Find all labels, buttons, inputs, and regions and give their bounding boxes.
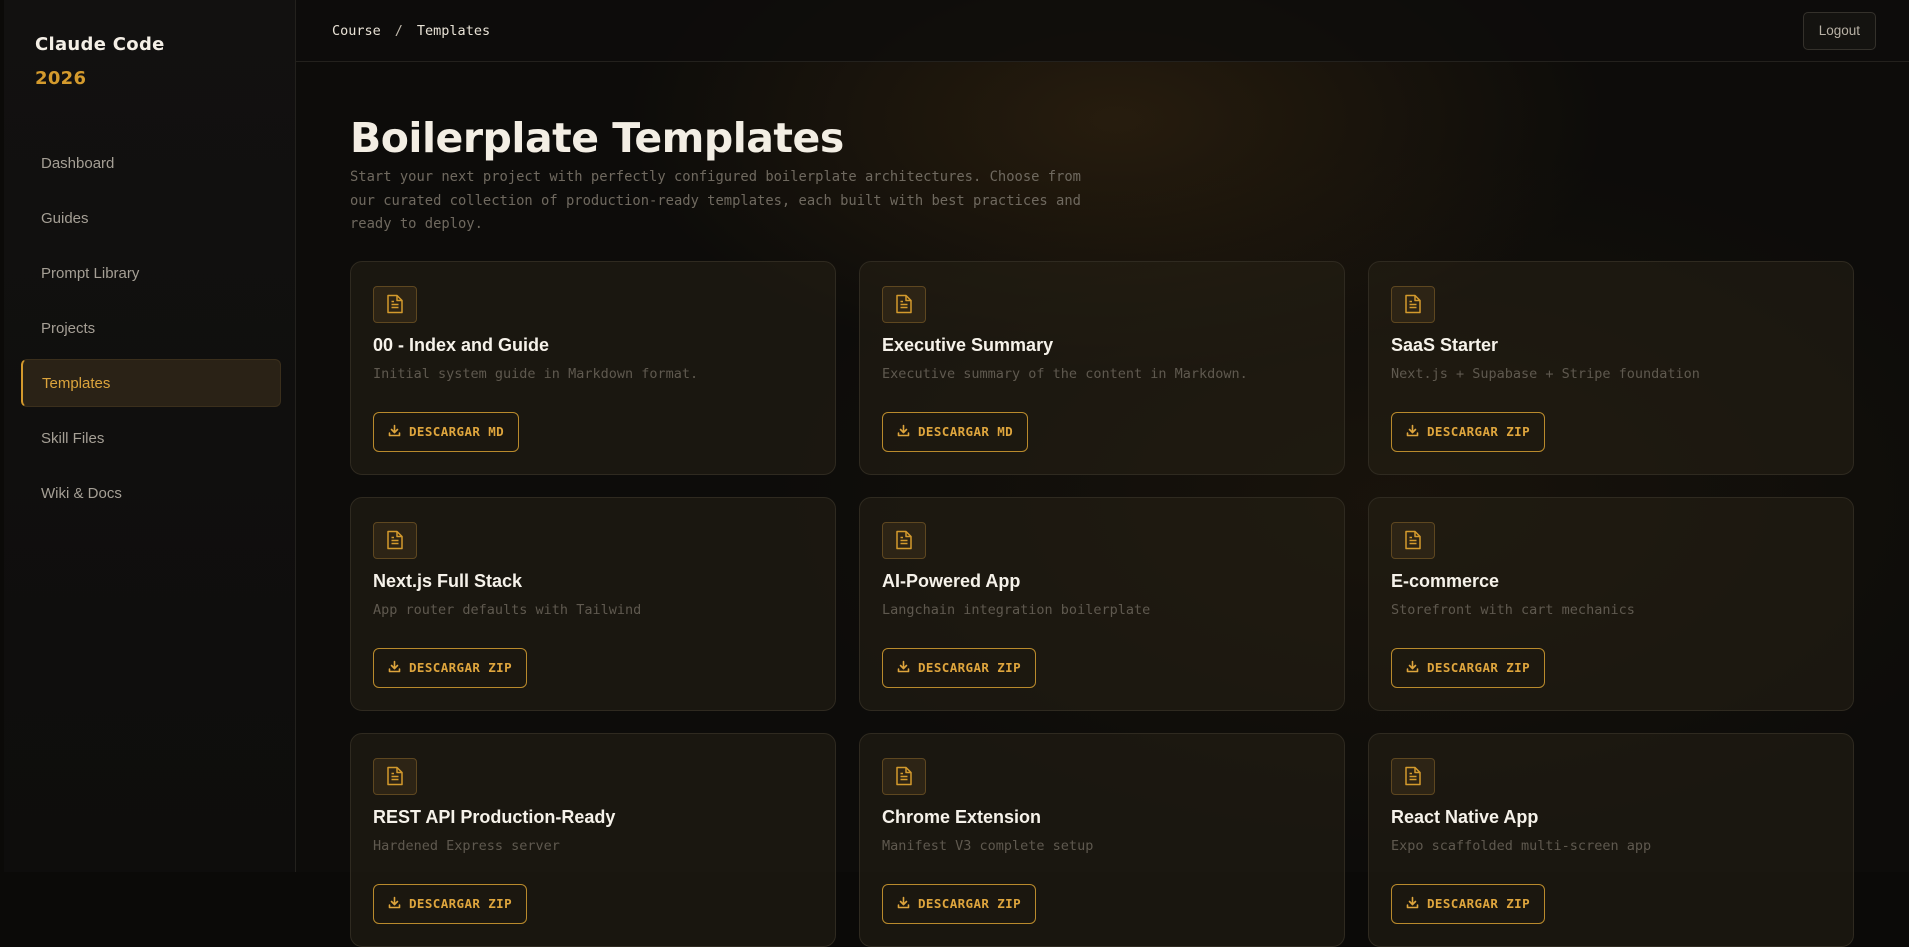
card-description: Executive summary of the content in Mark…: [882, 365, 1248, 382]
card-description: App router defaults with Tailwind: [373, 601, 642, 618]
sidebar-item-projects[interactable]: Projects: [21, 304, 281, 352]
download-icon: [1406, 424, 1419, 440]
logout-button[interactable]: Logout: [1802, 11, 1876, 50]
download-button-label: DESCARGAR MD: [409, 424, 505, 439]
download-button-label: DESCARGAR ZIP: [409, 660, 513, 675]
download-button[interactable]: DESCARGAR ZIP: [1391, 883, 1546, 924]
document-icon: [1391, 757, 1435, 795]
card-description: Initial system guide in Markdown format.: [373, 365, 699, 382]
top-bar: Course / Templates Logout: [296, 0, 1909, 62]
template-card: 00 - Index and Guide Initial system guid…: [350, 260, 836, 475]
download-icon: [388, 660, 401, 676]
download-button-label: DESCARGAR ZIP: [1427, 424, 1531, 439]
card-description: Expo scaffolded multi-screen app: [1391, 837, 1652, 854]
download-button-label: DESCARGAR ZIP: [918, 660, 1022, 675]
document-icon: [1391, 521, 1435, 559]
content: Boilerplate Templates Start your next pr…: [350, 62, 1863, 947]
document-icon: [882, 521, 926, 559]
download-button-label: DESCARGAR ZIP: [1427, 896, 1531, 911]
template-card: E-commerce Storefront with cart mechanic…: [1368, 496, 1854, 711]
card-title: REST API Production-Ready: [373, 806, 616, 827]
template-card: Chrome Extension Manifest V3 complete se…: [859, 732, 1345, 947]
download-button-label: DESCARGAR MD: [918, 424, 1014, 439]
page-title: Boilerplate Templates: [350, 114, 844, 162]
download-icon: [1406, 896, 1419, 912]
card-description: Langchain integration boilerplate: [882, 601, 1151, 618]
download-button[interactable]: DESCARGAR MD: [373, 411, 520, 452]
download-button[interactable]: DESCARGAR ZIP: [882, 647, 1037, 688]
download-icon: [1406, 660, 1419, 676]
download-icon: [897, 660, 910, 676]
card-title: AI-Powered App: [882, 570, 1021, 591]
card-description: Storefront with cart mechanics: [1391, 601, 1635, 618]
template-card: Next.js Full Stack App router defaults w…: [350, 496, 836, 711]
card-description: Manifest V3 complete setup: [882, 837, 1094, 854]
download-button[interactable]: DESCARGAR ZIP: [1391, 647, 1546, 688]
sidebar-item-templates[interactable]: Templates: [21, 359, 281, 407]
card-description: Next.js + Supabase + Stripe foundation: [1391, 365, 1700, 382]
breadcrumb-course[interactable]: Course: [332, 23, 381, 39]
document-icon: [882, 285, 926, 323]
brand-name: Claude Code: [35, 34, 165, 55]
breadcrumb-separator: /: [394, 22, 403, 39]
page-description: Start your next project with perfectly c…: [350, 169, 1081, 232]
sidebar-item-prompt-library[interactable]: Prompt Library: [21, 249, 281, 297]
template-card: React Native App Expo scaffolded multi-s…: [1368, 732, 1854, 947]
templates-grid: 00 - Index and Guide Initial system guid…: [350, 260, 1863, 947]
download-icon: [388, 424, 401, 440]
document-icon: [373, 285, 417, 323]
download-button[interactable]: DESCARGAR ZIP: [373, 647, 528, 688]
template-card: Executive Summary Executive summary of t…: [859, 260, 1345, 475]
main-area: Course / Templates Logout Boilerplate Te…: [296, 0, 1909, 947]
brand-year: 2026: [35, 68, 87, 89]
document-icon: [882, 757, 926, 795]
card-title: 00 - Index and Guide: [373, 334, 550, 355]
download-button-label: DESCARGAR ZIP: [1427, 660, 1531, 675]
sidebar-nav: Dashboard Guides Prompt Library Projects…: [21, 139, 281, 524]
sidebar: Claude Code 2026 Dashboard Guides Prompt…: [4, 0, 296, 872]
card-title: Chrome Extension: [882, 806, 1042, 827]
document-icon: [373, 757, 417, 795]
app-window: Claude Code 2026 Dashboard Guides Prompt…: [4, 0, 1909, 947]
download-button[interactable]: DESCARGAR MD: [882, 411, 1029, 452]
card-title: Next.js Full Stack: [373, 570, 523, 591]
breadcrumb-templates: Templates: [416, 22, 491, 39]
download-button[interactable]: DESCARGAR ZIP: [882, 883, 1037, 924]
sidebar-item-dashboard[interactable]: Dashboard: [21, 139, 281, 187]
sidebar-item-skill-files[interactable]: Skill Files: [21, 414, 281, 462]
template-card: REST API Production-Ready Hardened Expre…: [350, 732, 836, 947]
download-button[interactable]: DESCARGAR ZIP: [373, 883, 528, 924]
download-button-label: DESCARGAR ZIP: [918, 896, 1022, 911]
card-title: E-commerce: [1391, 570, 1500, 591]
breadcrumb: Course / Templates: [332, 23, 490, 39]
brand-logo[interactable]: Claude Code 2026: [35, 28, 165, 96]
download-icon: [388, 896, 401, 912]
sidebar-item-guides[interactable]: Guides: [21, 194, 281, 242]
download-button[interactable]: DESCARGAR ZIP: [1391, 411, 1546, 452]
document-icon: [1391, 285, 1435, 323]
card-title: Executive Summary: [882, 334, 1054, 355]
download-icon: [897, 424, 910, 440]
template-card: AI-Powered App Langchain integration boi…: [859, 496, 1345, 711]
download-icon: [897, 896, 910, 912]
template-card: SaaS Starter Next.js + Supabase + Stripe…: [1368, 260, 1854, 475]
card-description: Hardened Express server: [373, 837, 560, 854]
document-icon: [373, 521, 417, 559]
card-title: React Native App: [1391, 806, 1539, 827]
card-title: SaaS Starter: [1391, 334, 1499, 355]
sidebar-item-wiki-docs[interactable]: Wiki & Docs: [21, 469, 281, 517]
download-button-label: DESCARGAR ZIP: [409, 896, 513, 911]
